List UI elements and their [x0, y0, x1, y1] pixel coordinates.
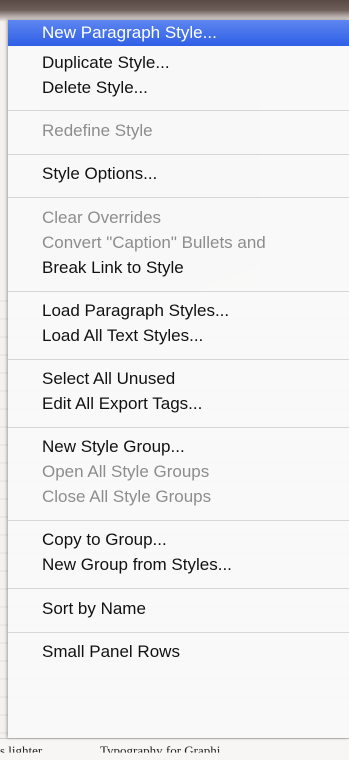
menu-item-small-panel-rows[interactable]: Small Panel Rows [8, 641, 349, 663]
menu-item-style-options[interactable]: Style Options... [8, 163, 349, 185]
menu-item-redefine-style[interactable]: Redefine Style [8, 120, 349, 142]
menu-separator [8, 359, 349, 360]
menu-item-new-group-from-styles[interactable]: New Group from Styles... [8, 554, 349, 576]
menu-item-break-link-to-style[interactable]: Break Link to Style [8, 257, 349, 279]
paragraph-styles-panel-menu: New Paragraph Style... Duplicate Style..… [8, 20, 349, 738]
menu-item-duplicate-style[interactable]: Duplicate Style... [8, 52, 349, 74]
background-footer-text-right: Typography for Graphi [100, 743, 221, 758]
menu-separator [8, 520, 349, 521]
menu-item-new-paragraph-style[interactable]: New Paragraph Style... [8, 20, 349, 46]
menu-separator [8, 632, 349, 633]
menu-item-select-all-unused[interactable]: Select All Unused [8, 368, 349, 390]
menu-separator [8, 427, 349, 428]
menu-separator [8, 110, 349, 111]
menu-separator [8, 197, 349, 198]
menu-item-close-all-style-groups[interactable]: Close All Style Groups [8, 486, 349, 508]
menu-item-sort-by-name[interactable]: Sort by Name [8, 598, 349, 620]
menu-item-convert-caption-bullets[interactable]: Convert "Caption" Bullets and [8, 232, 349, 254]
menu-item-load-all-text-styles[interactable]: Load All Text Styles... [8, 325, 349, 347]
menu-separator [8, 588, 349, 589]
menu-item-copy-to-group[interactable]: Copy to Group... [8, 529, 349, 551]
menu-separator [8, 291, 349, 292]
menu-item-open-all-style-groups[interactable]: Open All Style Groups [8, 461, 349, 483]
menu-item-load-paragraph-styles[interactable]: Load Paragraph Styles... [8, 300, 349, 322]
background-footer-text-left: s lighter. [0, 743, 45, 758]
menu-separator [8, 154, 349, 155]
menu-item-delete-style[interactable]: Delete Style... [8, 77, 349, 99]
menu-item-clear-overrides[interactable]: Clear Overrides [8, 207, 349, 229]
background-footer: s lighter. Typography for Graphi [0, 738, 349, 760]
menu-item-edit-all-export-tags[interactable]: Edit All Export Tags... [8, 393, 349, 415]
menu-item-new-style-group[interactable]: New Style Group... [8, 436, 349, 458]
